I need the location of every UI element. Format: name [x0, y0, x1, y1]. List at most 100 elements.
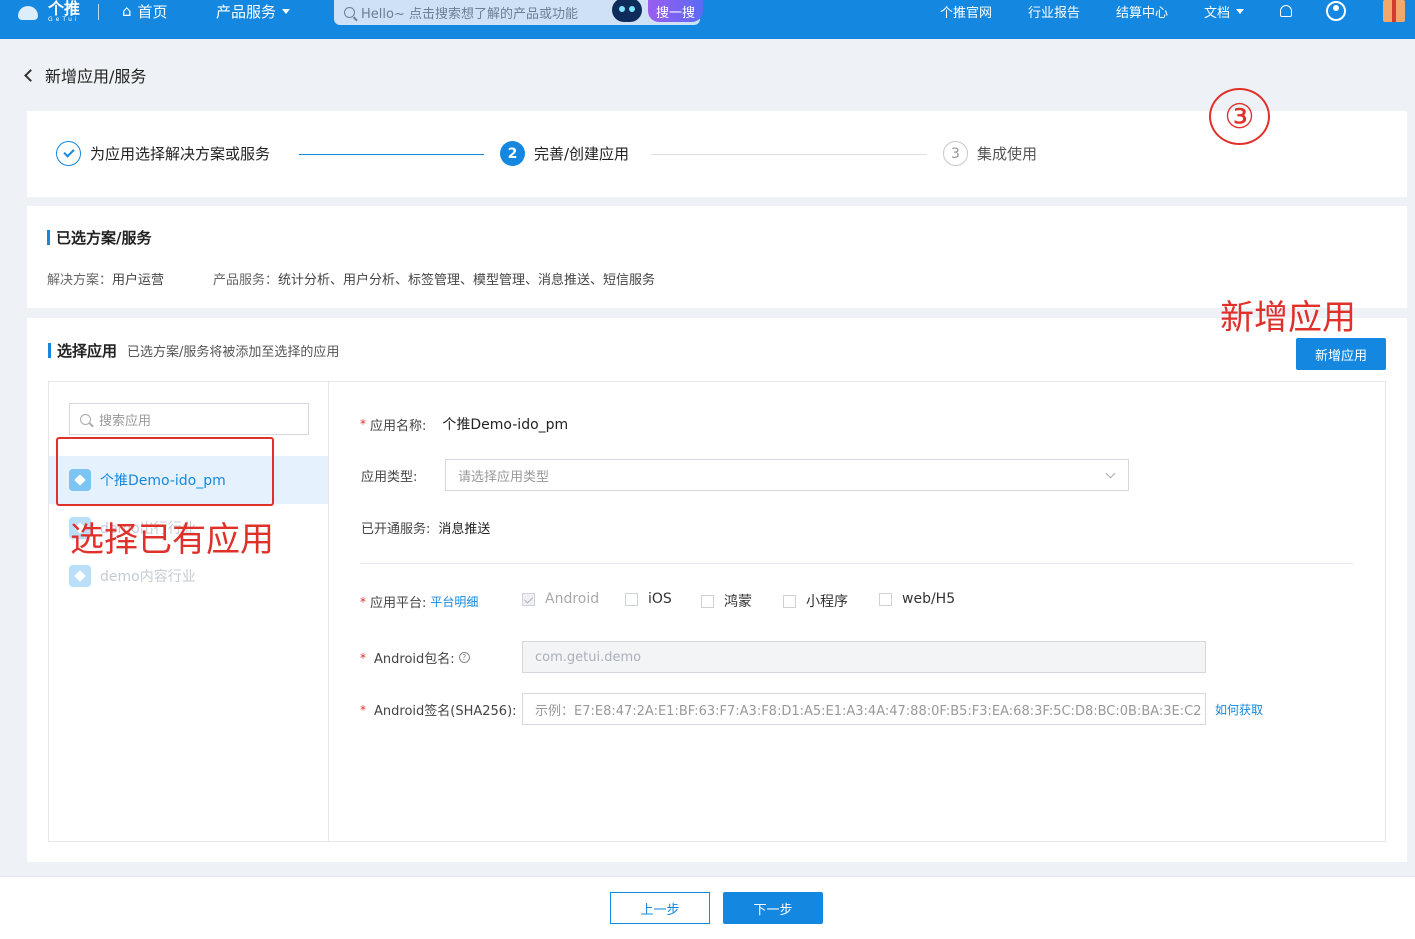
step-3-label: 集成使用: [977, 145, 1038, 163]
top-nav: 个推 GeTui ⌂ 首页 产品服务 Hello~ 点击搜索想了解的产品或功能 …: [0, 0, 1415, 39]
app-type-placeholder: 请选择应用类型: [458, 469, 550, 485]
step-1: 为应用选择解决方案或服务: [56, 141, 270, 166]
app-type-label: 应用类型:: [361, 470, 418, 485]
platform-ios-checkbox[interactable]: iOS: [625, 591, 672, 607]
caret-down-icon: [282, 8, 291, 14]
form-divider: [360, 563, 1353, 564]
how-to-get-link[interactable]: 如何获取: [1215, 701, 1263, 718]
checkbox-icon: [783, 594, 796, 608]
logo-text: 个推: [48, 0, 81, 18]
app-name-row: * 应用名称: 个推Demo-ido_pm: [360, 414, 568, 434]
app-name-value: 个推Demo-ido_pm: [442, 417, 569, 433]
global-search-input[interactable]: Hello~ 点击搜索想了解的产品或功能: [334, 0, 700, 25]
nav-home[interactable]: ⌂ 首页: [122, 0, 168, 22]
search-icon: [80, 413, 91, 425]
platform-detail-link[interactable]: 平台明细: [430, 593, 478, 610]
home-icon: ⌂: [122, 2, 132, 20]
platform-row: * 应用平台: 平台明细: [360, 592, 478, 612]
app-name-label: 应用名称:: [370, 418, 427, 434]
step-connector-2: [651, 154, 927, 155]
required-mark: *: [360, 594, 366, 609]
selected-services-title: 已选方案/服务: [47, 227, 151, 248]
platform-label: 应用平台:: [370, 596, 427, 611]
platform-harmony-checkbox[interactable]: 鸿蒙: [701, 591, 752, 611]
check-icon: [56, 141, 81, 166]
how-to-get-link-wrap: 如何获取: [1215, 701, 1263, 718]
user-avatar-button[interactable]: [1326, 0, 1346, 22]
app-search-input[interactable]: 搜索应用: [69, 403, 309, 435]
cube-icon: [69, 565, 91, 587]
nav-link-official[interactable]: 个推官网: [940, 0, 992, 22]
search-icon: [344, 7, 355, 18]
nav-docs-label: 文档: [1204, 5, 1231, 21]
logo[interactable]: 个推 GeTui: [16, 0, 100, 24]
platform-web-checkbox[interactable]: web/H5: [879, 591, 955, 607]
step-2: 2 完善/创建应用: [500, 141, 629, 166]
step-3: 3 集成使用: [943, 141, 1037, 166]
step-2-label: 完善/创建应用: [534, 145, 630, 163]
step-1-label: 为应用选择解决方案或服务: [90, 145, 271, 163]
android-signature-label: Android签名(SHA256):: [374, 704, 517, 719]
annotation-add-app: 新增应用: [1220, 298, 1356, 338]
help-icon[interactable]: ?: [458, 652, 470, 663]
search-button[interactable]: 搜一搜: [648, 0, 704, 22]
android-package-value: com.getui.demo: [535, 649, 642, 665]
annotation-highlight-box: [56, 437, 274, 506]
back-link[interactable]: 新增应用/服务: [24, 64, 147, 86]
bell-icon: [1280, 5, 1292, 17]
user-icon: [1326, 1, 1346, 21]
selected-services-card: 已选方案/服务 解决方案：用户运营 产品服务：统计分析、用户分析、标签管理、模型…: [27, 206, 1407, 308]
getui-logo-icon: [16, 2, 44, 22]
page-title: 新增应用/服务: [45, 67, 147, 86]
platform-miniprogram-checkbox[interactable]: 小程序: [783, 591, 848, 611]
nav-docs[interactable]: 文档: [1204, 0, 1245, 22]
nav-link-billing[interactable]: 结算中心: [1116, 0, 1168, 22]
required-mark: *: [360, 650, 366, 665]
chevron-down-icon: [1105, 468, 1116, 479]
global-search-placeholder: Hello~ 点击搜索想了解的产品或功能: [361, 7, 578, 22]
android-signature-input[interactable]: 示例：E7:E8:47:2A:E1:BF:63:F7:A3:F8:D1:A5:E…: [522, 693, 1206, 725]
caret-down-icon: [1236, 8, 1245, 14]
app-type-row: 应用类型:: [361, 466, 417, 485]
required-mark: *: [360, 702, 366, 717]
android-signature-row: * Android签名(SHA256):: [360, 700, 517, 720]
opened-services-label: 已开通服务:: [361, 522, 431, 537]
robot-assistant-icon[interactable]: [612, 0, 642, 22]
app-search-placeholder: 搜索应用: [99, 413, 152, 429]
nav-product-label: 产品服务: [216, 2, 277, 21]
next-step-button[interactable]: 下一步: [723, 892, 823, 924]
step-3-number: 3: [943, 141, 968, 166]
android-package-input[interactable]: com.getui.demo: [522, 641, 1206, 673]
app-item-label: demo内容行业: [100, 569, 196, 585]
annotation-step-number: ③: [1209, 88, 1270, 145]
checkbox-checked-icon: [522, 592, 535, 606]
opened-services-value: 消息推送: [438, 522, 491, 537]
platform-android-checkbox[interactable]: Android: [522, 591, 599, 607]
logo-subtext: GeTui: [48, 16, 80, 23]
android-package-row: * Android包名: ?: [360, 648, 470, 667]
select-app-title: 选择应用 已选方案/服务将被添加至选择的应用: [48, 340, 339, 361]
annotation-select-existing: 选择已有应用: [70, 520, 274, 560]
step-2-number: 2: [500, 141, 525, 166]
notification-button[interactable]: [1280, 0, 1292, 22]
required-mark: *: [360, 417, 366, 431]
add-app-button[interactable]: 新增应用: [1296, 338, 1386, 370]
solution-info: 解决方案：用户运营: [47, 273, 165, 288]
nav-product-services[interactable]: 产品服务: [216, 0, 291, 22]
checkbox-icon: [879, 592, 892, 606]
app-type-select[interactable]: 请选择应用类型: [445, 459, 1129, 491]
checkbox-icon: [701, 594, 714, 608]
logo-divider: [98, 4, 100, 20]
step-connector-1: [299, 154, 484, 155]
product-info: 产品服务：统计分析、用户分析、标签管理、模型管理、消息推送、短信服务: [213, 273, 656, 288]
select-app-subtitle: 已选方案/服务将被添加至选择的应用: [127, 345, 340, 360]
opened-services-row: 已开通服务: 消息推送: [361, 518, 490, 537]
prev-step-button[interactable]: 上一步: [610, 892, 710, 924]
nav-link-reports[interactable]: 行业报告: [1028, 0, 1080, 22]
steps-card: 为应用选择解决方案或服务 2 完善/创建应用 3 集成使用: [27, 111, 1407, 197]
checkbox-icon: [625, 592, 638, 606]
chevron-left-icon: [24, 68, 37, 82]
gift-icon[interactable]: [1383, 0, 1405, 22]
android-package-label: Android包名:: [374, 652, 455, 667]
android-signature-placeholder: 示例：E7:E8:47:2A:E1:BF:63:F7:A3:F8:D1:A5:E…: [535, 703, 1202, 719]
